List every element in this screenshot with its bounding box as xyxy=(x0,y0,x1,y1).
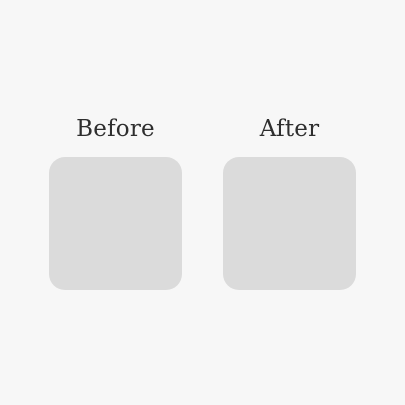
after-label: After xyxy=(259,116,320,142)
after-panel: After xyxy=(223,113,356,290)
after-image-placeholder xyxy=(223,157,356,290)
before-label: Before xyxy=(76,116,155,142)
before-image-placeholder xyxy=(49,157,182,290)
before-panel: Before xyxy=(49,113,182,290)
